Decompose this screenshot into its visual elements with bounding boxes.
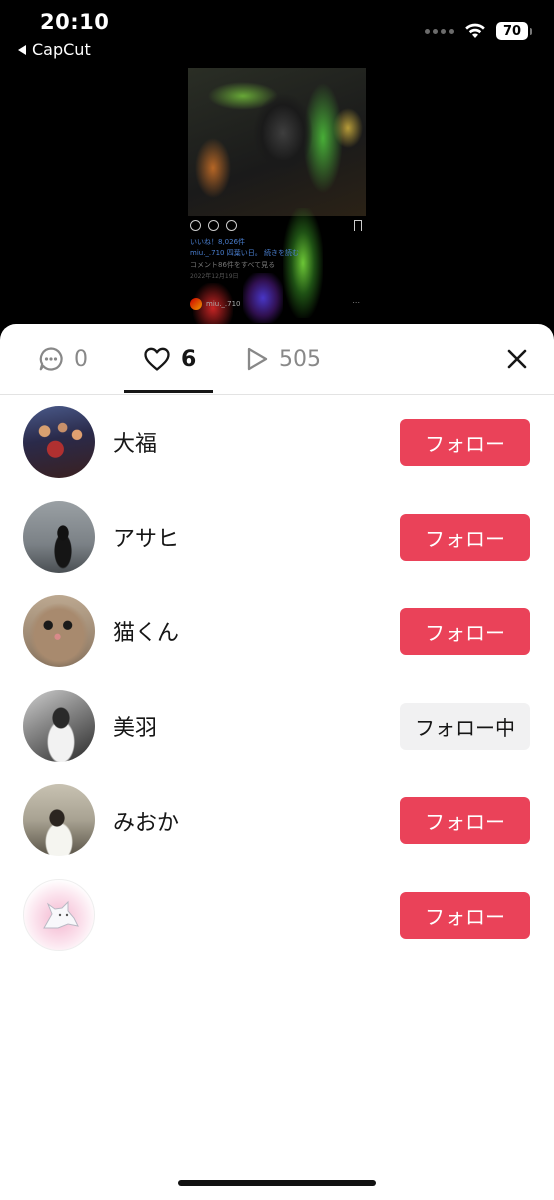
preview-caption-text: miu._.710 四葉い日。 続きを読む: [190, 249, 299, 257]
tab-comments[interactable]: 0: [38, 324, 88, 394]
list-item[interactable]: 大福 フォロー: [0, 395, 554, 490]
video-preview[interactable]: いいね！8,026件 miu._.710 四葉い日。 続きを読む コメント86件…: [188, 68, 366, 330]
preview-comments-text: コメント86件をすべて見る: [190, 261, 276, 269]
views-count: 505: [279, 346, 321, 372]
list-item[interactable]: フォロー: [0, 868, 554, 963]
preview-likes-text: いいね！8,026件: [190, 238, 246, 246]
back-triangle-icon: [18, 44, 26, 55]
wifi-icon: [465, 23, 485, 38]
follow-button[interactable]: フォロー: [400, 891, 530, 939]
avatar[interactable]: [23, 595, 95, 668]
preview-more-icon: ...: [352, 296, 360, 305]
preview-post-actions: [188, 220, 366, 236]
bookmark-outline-icon: [354, 220, 362, 231]
list-item[interactable]: アサヒ フォロー: [0, 490, 554, 585]
close-icon: [507, 349, 527, 369]
follow-button[interactable]: フォロー: [400, 797, 530, 845]
battery-level: 70: [496, 22, 528, 40]
follow-button[interactable]: フォロー: [400, 608, 530, 656]
user-name: アサヒ: [113, 526, 180, 552]
status-indicators: 70: [425, 22, 532, 40]
preview-user: miu._.710: [190, 298, 241, 310]
avatar[interactable]: [23, 784, 95, 857]
cat-sticker-icon: [43, 900, 79, 929]
preview-photo: [188, 68, 366, 216]
heart-outline-icon: [190, 220, 201, 231]
battery-icon: 70: [496, 22, 532, 40]
avatar[interactable]: [23, 406, 95, 478]
preview-avatar: [190, 298, 202, 310]
avatar[interactable]: [23, 878, 95, 951]
active-tab-indicator: [124, 390, 213, 393]
list-item[interactable]: 美羽 フォロー中: [0, 679, 554, 774]
tab-views[interactable]: 505: [245, 324, 321, 394]
list-item[interactable]: 猫くん フォロー: [0, 584, 554, 679]
back-app-label: CapCut: [32, 40, 91, 59]
preview-username: miu._.710: [206, 300, 241, 308]
follow-button[interactable]: フォロー: [400, 513, 530, 561]
following-button[interactable]: フォロー中: [400, 702, 530, 750]
liked-users-list: 大福 フォロー アサヒ フォロー 猫くん フォロー 美羽 フォロー中 みおか フ…: [0, 395, 554, 963]
comments-count: 0: [74, 346, 88, 372]
status-bar: 20:10 CapCut 70: [0, 0, 554, 70]
user-name: みおか: [113, 810, 180, 836]
home-indicator[interactable]: [178, 1180, 376, 1186]
tab-likes[interactable]: 6: [143, 324, 196, 394]
user-name: 猫くん: [113, 621, 180, 647]
comment-outline-icon: [208, 220, 219, 231]
user-name: 美羽: [113, 716, 158, 742]
avatar[interactable]: [23, 500, 95, 573]
close-button[interactable]: [502, 344, 532, 374]
share-outline-icon: [226, 220, 237, 231]
stats-sheet: 0 6 505 大福 フォロー アサヒ フォロー 猫くん フォロー 美羽 フォロ…: [0, 324, 554, 1200]
avatar[interactable]: [23, 689, 95, 762]
preview-date-text: 2022年12月19日: [190, 273, 239, 280]
back-to-app-link[interactable]: CapCut: [18, 40, 91, 59]
preview-purple-flame: [243, 273, 283, 323]
likes-count: 6: [181, 346, 197, 372]
list-item[interactable]: みおか フォロー: [0, 773, 554, 868]
chat-bubble-icon: [39, 347, 63, 371]
play-icon: [247, 347, 268, 371]
follow-button[interactable]: フォロー: [400, 419, 530, 466]
cellular-signal-icon: [425, 28, 454, 34]
status-time: 20:10: [40, 10, 110, 34]
heart-icon: [144, 347, 170, 371]
stats-tabs: 0 6 505: [0, 324, 554, 395]
user-name: 大福: [113, 432, 158, 458]
